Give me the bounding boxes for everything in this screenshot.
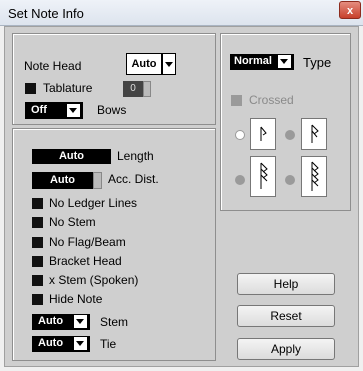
length-select[interactable]: Auto bbox=[32, 149, 111, 164]
note-head-label: Note Head bbox=[24, 59, 82, 73]
bows-value: Off bbox=[31, 104, 47, 116]
checkbox[interactable] bbox=[32, 294, 43, 305]
chevron-down-icon bbox=[280, 59, 288, 64]
tablature-spinner[interactable]: 0 bbox=[123, 81, 151, 97]
chevron-down-icon bbox=[69, 108, 77, 113]
length-value: Auto bbox=[58, 150, 85, 162]
chevron-down-icon bbox=[76, 319, 84, 324]
window-title: Set Note Info bbox=[8, 6, 84, 21]
checkbox[interactable] bbox=[32, 237, 43, 248]
apply-button[interactable]: Apply bbox=[237, 338, 335, 360]
checkbox-item[interactable]: Bracket Head bbox=[32, 253, 192, 269]
tablature-value: 0 bbox=[123, 81, 143, 97]
flag-icon bbox=[260, 162, 268, 189]
bows-label: Bows bbox=[97, 103, 127, 117]
checkbox-item[interactable]: No Flag/Beam bbox=[32, 234, 192, 250]
type-panel: Normal Type Crossed bbox=[220, 33, 351, 211]
tie-label: Tie bbox=[100, 337, 117, 351]
flag-option-radio[interactable] bbox=[235, 175, 245, 185]
flag-option-box[interactable] bbox=[250, 118, 276, 150]
checkbox[interactable] bbox=[32, 256, 43, 267]
length-label: Length bbox=[117, 149, 154, 163]
bows-select[interactable]: Off bbox=[25, 102, 83, 119]
type-label: Type bbox=[303, 55, 332, 70]
tablature-stepper[interactable] bbox=[143, 81, 151, 97]
chevron-down-icon bbox=[76, 341, 84, 346]
checkbox-label: No Stem bbox=[49, 215, 96, 229]
checkbox-item[interactable]: x Stem (Spoken) bbox=[32, 272, 192, 288]
acc-dist-spinner[interactable]: Auto bbox=[32, 172, 102, 189]
acc-dist-label: Acc. Dist. bbox=[108, 172, 159, 186]
chevron-down-icon bbox=[165, 62, 173, 67]
title-bar: Set Note Info x bbox=[0, 0, 363, 26]
checkbox[interactable] bbox=[32, 217, 43, 228]
flag-option-radio[interactable] bbox=[285, 175, 295, 185]
tie-value: Auto bbox=[38, 337, 64, 349]
note-head-select[interactable]: Auto bbox=[126, 53, 176, 75]
close-button[interactable]: x bbox=[339, 1, 361, 19]
checkbox-item[interactable]: No Ledger Lines bbox=[32, 195, 192, 211]
flag-option-box[interactable] bbox=[301, 118, 327, 150]
tie-select[interactable]: Auto bbox=[32, 336, 90, 352]
dialog-body: Note Head Auto Tablature 0 Off Bows Norm… bbox=[4, 26, 359, 367]
checkbox[interactable] bbox=[32, 198, 43, 209]
options-panel: Auto Length Auto Acc. Dist. No Ledger Li… bbox=[12, 128, 216, 361]
stem-label: Stem bbox=[100, 315, 129, 329]
flag-icon bbox=[260, 126, 267, 141]
checkbox[interactable] bbox=[32, 275, 43, 286]
flag-option-box[interactable] bbox=[250, 156, 276, 197]
type-value: Normal bbox=[234, 55, 272, 67]
tablature-checkbox[interactable] bbox=[25, 83, 36, 94]
checkbox-item[interactable]: Hide Note bbox=[32, 291, 192, 307]
crossed-label: Crossed bbox=[249, 93, 294, 107]
type-select[interactable]: Normal bbox=[230, 54, 294, 70]
checkbox-label: No Ledger Lines bbox=[49, 196, 138, 210]
note-head-value: Auto bbox=[126, 53, 162, 75]
flag-icon bbox=[311, 161, 319, 191]
checkbox-label: Hide Note bbox=[49, 292, 103, 306]
flag-option-box[interactable] bbox=[301, 156, 327, 197]
checkbox-label: x Stem (Spoken) bbox=[49, 273, 139, 287]
acc-dist-value: Auto bbox=[32, 172, 93, 189]
tablature-label: Tablature bbox=[43, 81, 93, 95]
checkbox-item[interactable]: No Stem bbox=[32, 214, 192, 230]
notehead-panel: Note Head Auto Tablature 0 Off Bows bbox=[12, 33, 216, 125]
stem-select[interactable]: Auto bbox=[32, 314, 90, 330]
note-head-dropdown[interactable] bbox=[162, 53, 176, 75]
stem-value: Auto bbox=[38, 315, 64, 327]
flag-option-radio[interactable] bbox=[235, 130, 245, 140]
checkbox-label: Bracket Head bbox=[49, 254, 122, 268]
reset-button[interactable]: Reset bbox=[237, 305, 335, 327]
acc-dist-stepper[interactable] bbox=[93, 172, 102, 189]
flag-icon bbox=[311, 124, 319, 143]
help-button[interactable]: Help bbox=[237, 273, 335, 295]
checkbox-label: No Flag/Beam bbox=[49, 235, 126, 249]
crossed-checkbox[interactable] bbox=[231, 95, 242, 106]
flag-option-radio[interactable] bbox=[285, 130, 295, 140]
close-icon: x bbox=[346, 5, 354, 17]
